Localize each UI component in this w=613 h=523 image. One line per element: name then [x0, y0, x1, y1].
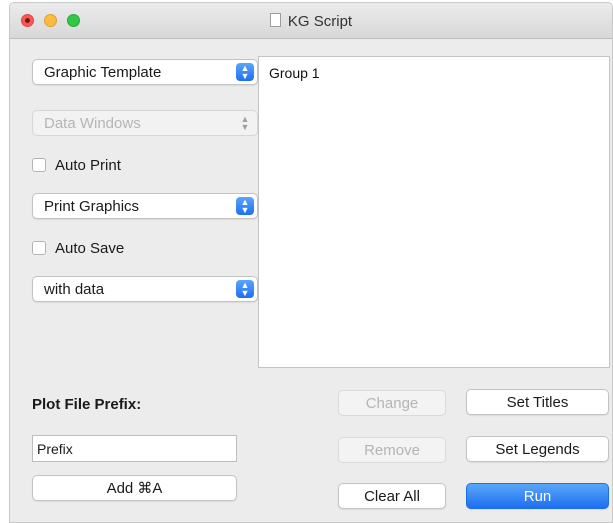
auto-save-label: Auto Save: [55, 239, 125, 257]
clear-all-button[interactable]: Clear All: [338, 483, 446, 509]
prefix-input-value: Prefix: [37, 441, 73, 457]
print-graphics-popup[interactable]: Print Graphics ▲ ▼: [32, 193, 258, 219]
list-item[interactable]: Group 1: [269, 65, 320, 81]
up-down-chevron-icon: ▲ ▼: [240, 114, 250, 132]
auto-print-checkbox-row[interactable]: Auto Print: [32, 154, 121, 176]
change-button[interactable]: Change: [338, 390, 446, 416]
title-bar: KG Script: [10, 3, 612, 39]
auto-save-checkbox[interactable]: [32, 241, 46, 255]
data-windows-popup: Data Windows ▲ ▼: [32, 110, 258, 136]
up-down-chevron-icon: ▲ ▼: [236, 197, 254, 215]
set-legends-button[interactable]: Set Legends: [466, 436, 609, 462]
set-titles-button[interactable]: Set Titles: [466, 389, 609, 415]
graphic-template-value: Graphic Template: [44, 64, 162, 81]
auto-save-checkbox-row[interactable]: Auto Save: [32, 237, 124, 259]
window-title: KG Script: [287, 12, 353, 30]
remove-button[interactable]: Remove: [338, 437, 446, 463]
save-mode-value: with data: [44, 281, 105, 298]
save-mode-popup[interactable]: with data ▲ ▼: [32, 276, 258, 302]
graphic-template-popup[interactable]: Graphic Template ▲ ▼: [32, 59, 258, 85]
up-down-chevron-icon: ▲ ▼: [236, 63, 254, 81]
auto-print-checkbox[interactable]: [32, 158, 46, 172]
group-list[interactable]: Group 1: [258, 56, 610, 368]
run-button[interactable]: Run: [466, 483, 609, 509]
prefix-input[interactable]: Prefix: [32, 435, 237, 462]
up-down-chevron-icon: ▲ ▼: [236, 280, 254, 298]
print-graphics-value: Print Graphics: [44, 198, 140, 215]
window-title-group: KG Script: [10, 3, 612, 39]
plot-file-prefix-label: Plot File Prefix:: [32, 396, 142, 413]
document-icon: [269, 13, 281, 27]
add-button[interactable]: Add ⌘A: [32, 475, 237, 501]
auto-print-label: Auto Print: [55, 156, 121, 174]
kg-script-window: KG Script Graphic Template ▲ ▼ Data Windo…: [9, 2, 613, 523]
data-windows-value: Data Windows: [44, 115, 141, 132]
